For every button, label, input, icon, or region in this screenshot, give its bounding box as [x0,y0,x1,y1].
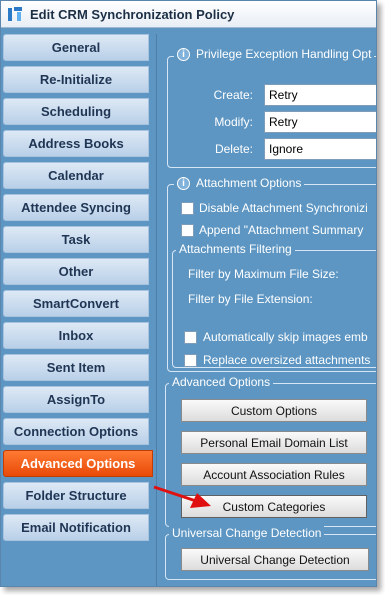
custom-categories-button[interactable]: Custom Categories [181,495,367,518]
file-extension-label: Filter by File Extension: [188,292,313,306]
skip-images-checkbox[interactable] [184,331,197,344]
modify-select[interactable]: Retry [264,111,376,133]
sidebar-item-attendee-syncing[interactable]: Attendee Syncing [3,194,149,221]
delete-label: Delete: [214,142,253,156]
modify-label: Modify: [214,115,253,129]
attachment-options-group: i Attachment Options Disable Attachment … [167,176,376,372]
disable-attachment-sync-label: Disable Attachment Synchronizi [199,201,368,215]
universal-legend: Universal Change Detection [172,526,322,540]
sidebar-item-folder-structure[interactable]: Folder Structure [3,482,149,509]
sidebar-item-general[interactable]: General [3,34,149,61]
append-summary-checkbox[interactable] [181,224,194,237]
info-icon: i [177,47,190,61]
personal-email-domain-list-button[interactable]: Personal Email Domain List [181,431,367,454]
filtering-legend: Attachments Filtering [179,242,292,256]
policy-window: Edit CRM Synchronization Policy General … [0,0,377,587]
sidebar-item-sent-item[interactable]: Sent Item [3,354,149,381]
sidebar-item-connection-options[interactable]: Connection Options [3,418,149,445]
privilege-legend: Privilege Exception Handling Opt [196,47,372,61]
advanced-legend: Advanced Options [172,375,271,389]
sidebar: General Re-Initialize Scheduling Address… [3,34,153,546]
disable-attachment-sync-checkbox[interactable] [181,202,194,215]
create-select[interactable]: Retry [264,84,376,106]
sidebar-item-calendar[interactable]: Calendar [3,162,149,189]
sidebar-item-inbox[interactable]: Inbox [3,322,149,349]
advanced-options-panel: i Privilege Exception Handling Opt Creat… [156,34,376,586]
info-icon: i [177,176,190,190]
sidebar-item-assignto[interactable]: AssignTo [3,386,149,413]
replace-oversized-label: Replace oversized attachments [203,353,371,367]
sidebar-item-email-notification[interactable]: Email Notification [3,514,149,541]
replace-oversized-checkbox[interactable] [184,354,197,367]
advanced-options-group: Advanced Options Custom Options Personal… [165,375,376,527]
app-logo-icon [7,6,23,22]
delete-select[interactable]: Ignore [264,138,376,160]
sidebar-item-address-books[interactable]: Address Books [3,130,149,157]
title-bar: Edit CRM Synchronization Policy [1,1,376,28]
universal-change-detection-button[interactable]: Universal Change Detection [181,548,369,571]
sidebar-item-re-initialize[interactable]: Re-Initialize [3,66,149,93]
sidebar-item-smartconvert[interactable]: SmartConvert [3,290,149,317]
window-title: Edit CRM Synchronization Policy [30,6,235,22]
privilege-exception-group: i Privilege Exception Handling Opt Creat… [167,47,376,168]
sidebar-item-scheduling[interactable]: Scheduling [3,98,149,125]
custom-options-button[interactable]: Custom Options [181,399,367,422]
sidebar-item-advanced-options[interactable]: Advanced Options [3,450,153,477]
append-summary-label: Append "Attachment Summary [199,223,364,237]
max-file-size-label: Filter by Maximum File Size: [188,267,339,281]
universal-change-detection-group: Universal Change Detection Universal Cha… [165,526,376,580]
attachment-legend: Attachment Options [196,176,302,190]
account-association-rules-button[interactable]: Account Association Rules [181,463,367,486]
skip-images-label: Automatically skip images emb [203,330,368,344]
sidebar-item-other[interactable]: Other [3,258,149,285]
sidebar-item-task[interactable]: Task [3,226,149,253]
attachments-filtering-group: Attachments Filtering Filter by Maximum … [172,242,376,368]
create-label: Create: [213,88,253,102]
